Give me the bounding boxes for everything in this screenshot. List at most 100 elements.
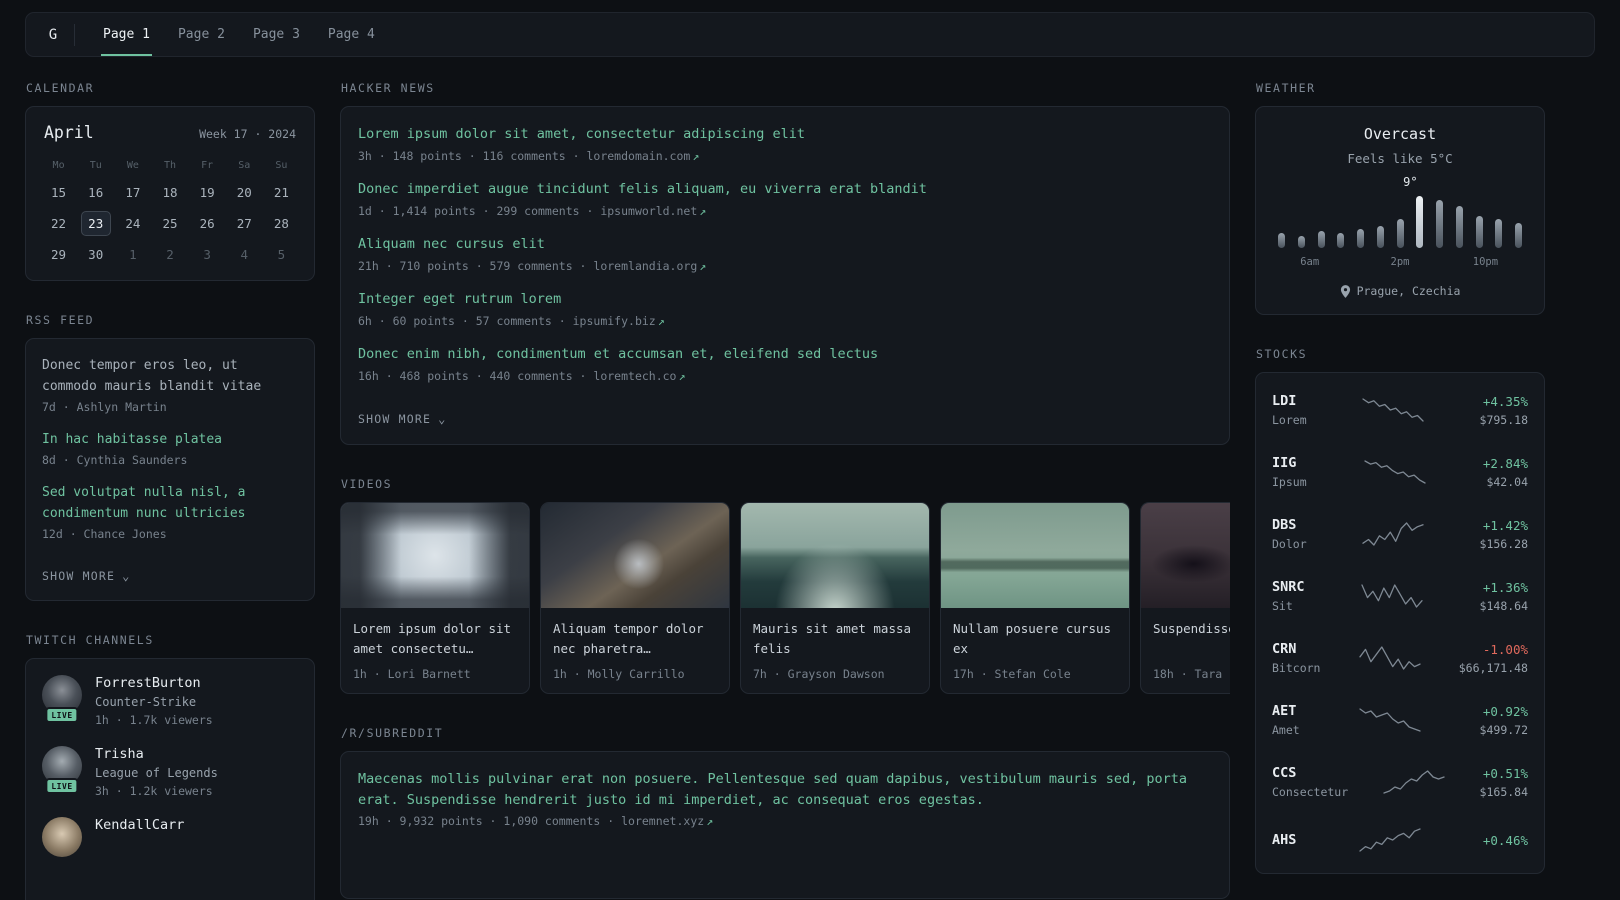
stock-sparkline	[1360, 583, 1424, 609]
hn-item-title[interactable]: Lorem ipsum dolor sit amet, consectetur …	[358, 124, 1212, 145]
rss-item-title[interactable]: Donec tempor eros leo, ut commodo mauris…	[42, 355, 298, 397]
stock-row[interactable]: LDI Lorem +4.35% $795.18	[1272, 379, 1528, 441]
video-meta: 7h · Grayson Dawson	[753, 666, 885, 681]
stock-values: +2.84% $42.04	[1427, 456, 1528, 489]
app-logo[interactable]: G	[38, 21, 68, 49]
stock-change: +4.35%	[1482, 393, 1528, 409]
weather-card: Overcast Feels like 5°C 9° 6am 2pm 10pm	[1255, 106, 1545, 315]
location-pin-icon	[1340, 284, 1350, 298]
channel-game: League of Legends	[95, 766, 218, 781]
hn-item-title[interactable]: Aliquam nec cursus elit	[358, 234, 1212, 255]
twitch-channel-row[interactable]: LIVE ForrestBurton Counter-Strike 1h · 1…	[42, 675, 298, 727]
calendar-day-other-month: 4	[240, 247, 249, 262]
external-link-icon: ↗	[706, 814, 714, 829]
stock-name: Lorem	[1272, 413, 1307, 427]
rss-item-title[interactable]: Sed volutpat nulla nisl, a condimentum n…	[42, 482, 298, 524]
hn-item-title[interactable]: Donec imperdiet augue tincidunt felis al…	[358, 179, 1212, 200]
subreddit-post: Maecenas mollis pulvinar erat non posuer…	[358, 769, 1212, 829]
stock-price: $165.84	[1479, 784, 1529, 799]
stock-symbol: CCS	[1272, 765, 1297, 781]
calendar-day: 28	[273, 216, 289, 231]
stock-change: +0.92%	[1482, 703, 1529, 719]
external-link-icon: ↗	[699, 258, 707, 273]
video-card[interactable]: Nullam posuere cursus ex 17h · Stefan Co…	[940, 501, 1130, 694]
video-meta: 1h · Molly Carrillo	[553, 666, 685, 681]
tab-page-4[interactable]: Page 4	[326, 13, 377, 56]
channel-game: Counter-Strike	[95, 695, 197, 710]
hn-show-more-button[interactable]: SHOW MORE ⌄	[358, 412, 447, 426]
stock-name: Amet	[1272, 723, 1300, 737]
rss-item: In hac habitasse platea 8d · Cynthia Sau…	[42, 429, 298, 467]
videos-section-title: VIDEOS	[341, 476, 393, 491]
tab-page-3[interactable]: Page 3	[251, 13, 302, 56]
stock-price: $795.18	[1479, 412, 1528, 427]
live-badge: LIVE	[45, 707, 79, 724]
calendar-day-selected: 23	[77, 208, 114, 239]
calendar-day: 27	[236, 216, 252, 231]
rss-section-title: RSS FEED	[26, 313, 95, 327]
stock-name: Ipsum	[1272, 475, 1307, 489]
stock-row[interactable]: AHS +0.46%	[1272, 813, 1528, 867]
stock-change: +1.42%	[1482, 517, 1528, 533]
video-thumbnail	[941, 502, 1129, 608]
stock-values: +1.42% $156.28	[1425, 518, 1528, 551]
stock-sparkline	[1358, 645, 1422, 671]
calendar-day: 18	[162, 185, 178, 200]
chevron-down-icon: ⌄	[122, 569, 131, 584]
calendar-day-other-month: 3	[203, 247, 211, 262]
time-label: 6am	[1300, 256, 1320, 268]
weather-location-text: Prague, Czechia	[1356, 284, 1461, 298]
hn-item: Donec imperdiet augue tincidunt felis al…	[358, 179, 1212, 218]
video-card[interactable]: Lorem ipsum dolor sit amet consectetu… 1…	[340, 501, 530, 694]
video-title: Nullam posuere cursus ex	[953, 620, 1112, 656]
stock-row[interactable]: SNRC Sit +1.36% $148.64	[1272, 565, 1528, 627]
hackernews-section-title: HACKER NEWS	[341, 81, 435, 95]
hn-item-title[interactable]: Donec enim nibh, condimentum et accumsan…	[358, 344, 1212, 365]
calendar-day-other-month: 2	[166, 247, 174, 262]
video-info: Aliquam tempor dolor nec pharetra… 1h · …	[541, 608, 729, 693]
stock-name: Sit	[1272, 599, 1293, 613]
calendar-week-year: Week 17 · 2024	[199, 127, 296, 141]
tab-page-1[interactable]: Page 1	[101, 13, 152, 56]
time-label: 10pm	[1472, 256, 1499, 268]
rss-item-title[interactable]: In hac habitasse platea	[42, 429, 298, 450]
hn-item-title[interactable]: Integer eget rutrum lorem	[358, 289, 1212, 310]
weather-hourly-chart: 9° 6am 2pm 10pm	[1270, 174, 1530, 272]
calendar-day: 20	[236, 185, 252, 200]
stock-change: +1.36%	[1482, 579, 1529, 595]
video-card[interactable]: Suspendisse diam 18h · Tara	[1140, 501, 1230, 694]
stock-row[interactable]: DBS Dolor +1.42% $156.28	[1272, 503, 1528, 565]
calendar-widget: CALENDAR April Week 17 · 2024 Mo Tu We T…	[25, 81, 315, 281]
stocks-widget: STOCKS LDI Lorem +4.35% $795.18 IIG Ipsu…	[1255, 347, 1545, 874]
subreddit-card: Maecenas mollis pulvinar erat non posuer…	[340, 750, 1230, 899]
stock-row[interactable]: IIG Ipsum +2.84% $42.04	[1272, 441, 1528, 503]
video-info: Mauris sit amet massa felis 7h · Grayson…	[741, 608, 929, 693]
stock-row[interactable]: CRN Bitcorn -1.00% $66,171.48	[1272, 627, 1528, 689]
hn-item: Aliquam nec cursus elit 21h · 710 points…	[358, 234, 1212, 273]
stock-values: -1.00% $66,171.48	[1422, 642, 1528, 675]
stocks-card: LDI Lorem +4.35% $795.18 IIG Ipsum +2.84…	[1255, 372, 1545, 874]
subreddit-post-title[interactable]: Maecenas mollis pulvinar erat non posuer…	[358, 769, 1212, 811]
dow-label: Fr	[201, 160, 214, 171]
video-info: Suspendisse diam 18h · Tara	[1141, 608, 1230, 693]
right-column: WEATHER Overcast Feels like 5°C 9° 6am 2…	[1255, 81, 1545, 874]
stock-row[interactable]: CCS Consectetur +0.51% $165.84	[1272, 751, 1528, 813]
calendar-day: 22	[51, 216, 67, 231]
twitch-channel-row[interactable]: KendallCarr	[42, 817, 298, 861]
twitch-channel-row[interactable]: LIVE Trisha League of Legends 3h · 1.2k …	[42, 746, 298, 798]
video-card[interactable]: Mauris sit amet massa felis 7h · Grayson…	[740, 501, 930, 694]
stock-change: +0.46%	[1482, 832, 1529, 848]
avatar: LIVE	[42, 675, 82, 724]
time-label: 2pm	[1390, 256, 1410, 268]
stock-row[interactable]: AET Amet +0.92% $499.72	[1272, 689, 1528, 751]
calendar-day: 29	[51, 247, 67, 262]
tab-page-2[interactable]: Page 2	[176, 13, 227, 56]
rss-show-more-button[interactable]: SHOW MORE ⌄	[42, 569, 131, 583]
weather-widget: WEATHER Overcast Feels like 5°C 9° 6am 2…	[1255, 81, 1545, 315]
twitch-section-title: TWITCH CHANNELS	[26, 633, 154, 648]
stock-id: AHS	[1272, 832, 1358, 848]
twitch-widget: TWITCH CHANNELS LIVE ForrestBurton Count…	[25, 633, 315, 900]
dow-label: Sa	[238, 160, 251, 171]
twitch-card: LIVE ForrestBurton Counter-Strike 1h · 1…	[25, 658, 315, 900]
video-card[interactable]: Aliquam tempor dolor nec pharetra… 1h · …	[540, 501, 730, 694]
